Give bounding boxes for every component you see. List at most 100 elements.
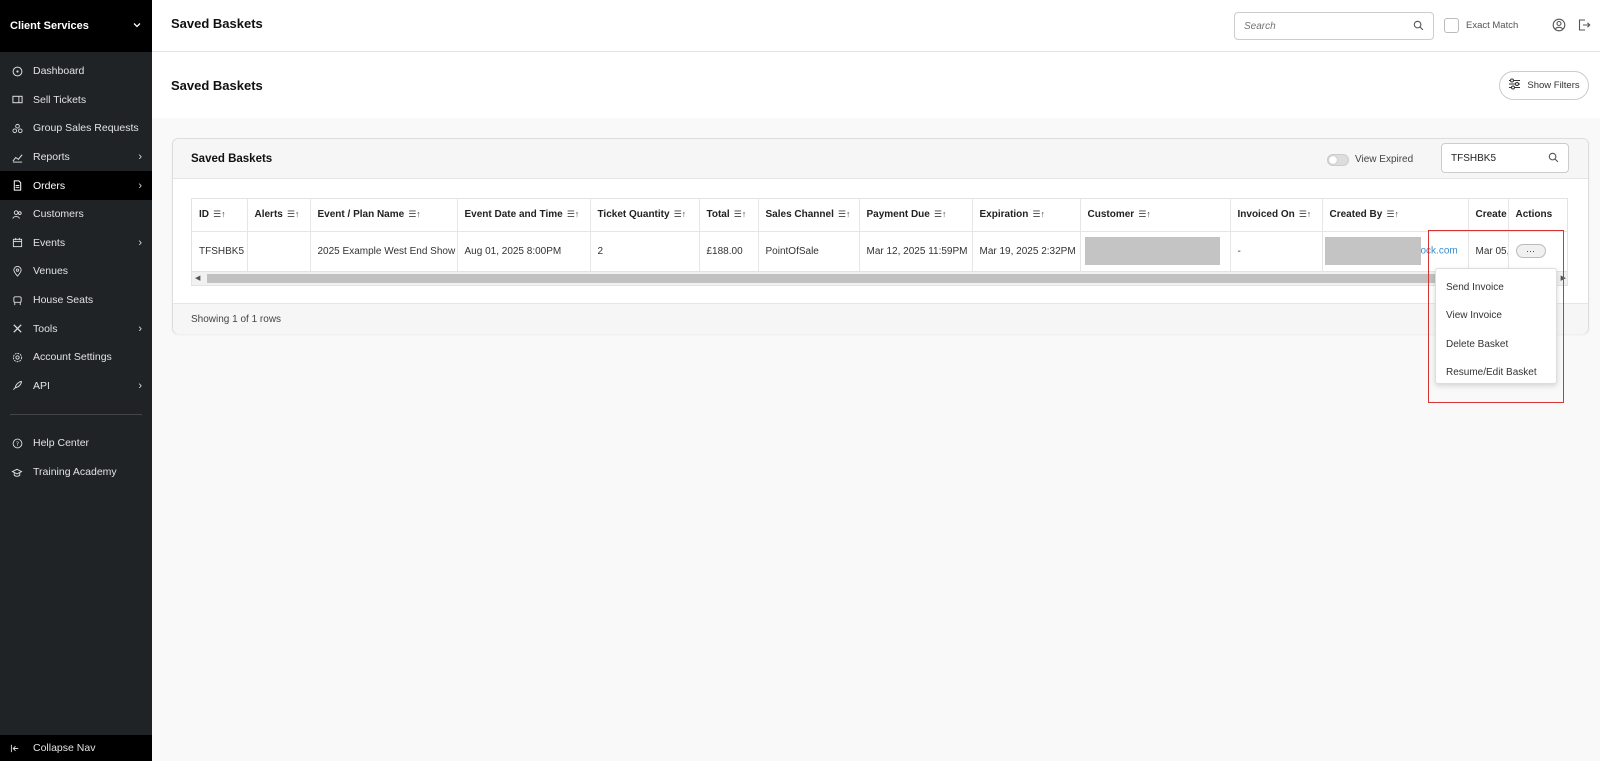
logout-icon[interactable] <box>1577 18 1591 35</box>
col-header-event-date[interactable]: Event Date and Time ☰↑ <box>457 199 591 232</box>
sidebar-item-orders[interactable]: Orders › <box>0 171 152 200</box>
redacted-created-by <box>1324 237 1421 266</box>
user-profile-icon[interactable] <box>1552 18 1566 35</box>
col-header-actions: Actions <box>1508 199 1567 232</box>
menu-item-send-invoice[interactable]: Send Invoice <box>1436 273 1556 302</box>
search-icon[interactable] <box>1548 152 1559 166</box>
tools-icon <box>10 323 24 334</box>
exact-match-checkbox[interactable] <box>1444 18 1459 33</box>
sidebar-item-label: Events <box>33 236 66 249</box>
col-header-invoiced-on[interactable]: Invoiced On ☰↑ <box>1230 199 1323 232</box>
sort-icon[interactable]: ☰↑ <box>838 209 851 219</box>
menu-item-resume-edit-basket[interactable]: Resume/Edit Basket <box>1436 359 1556 388</box>
col-header-customer[interactable]: Customer ☰↑ <box>1080 199 1231 232</box>
col-header-sales-channel[interactable]: Sales Channel ☰↑ <box>758 199 860 232</box>
sidebar-item-tools[interactable]: Tools › <box>0 314 152 343</box>
sidebar-item-training-academy[interactable]: Training Academy <box>0 458 152 487</box>
col-header-id[interactable]: ID ☰↑ <box>192 199 248 232</box>
col-header-total[interactable]: Total ☰↑ <box>699 199 759 232</box>
cell-total: £188.00 <box>699 231 759 271</box>
sidebar-item-venues[interactable]: Venues <box>0 257 152 286</box>
global-search[interactable] <box>1234 12 1434 40</box>
sidebar-item-reports[interactable]: Reports › <box>0 143 152 172</box>
global-search-input[interactable] <box>1235 13 1405 39</box>
collapse-nav-label: Collapse Nav <box>33 742 96 754</box>
scrollbar-thumb[interactable] <box>207 274 1455 283</box>
sidebar-divider <box>10 414 142 416</box>
baskets-table: ID ☰↑ Alerts ☰↑ Event / Plan Name ☰↑ Event … <box>191 198 1568 286</box>
sidebar-item-label: Orders <box>33 179 66 192</box>
sort-icon[interactable]: ☰↑ <box>734 209 747 219</box>
sort-icon[interactable]: ☰↑ <box>674 209 687 219</box>
sort-icon[interactable]: ☰↑ <box>1032 209 1045 219</box>
collapse-left-icon <box>10 743 24 754</box>
created-by-email[interactable]: ock.com <box>1421 246 1458 257</box>
col-header-ticket-quantity[interactable]: Ticket Quantity ☰↑ <box>590 199 700 232</box>
cell-ticket-quantity: 2 <box>590 231 700 271</box>
chevron-down-icon[interactable] <box>132 20 142 33</box>
table-search-input[interactable] <box>1442 144 1542 172</box>
scroll-left-arrow-icon[interactable]: ◀ <box>195 274 200 282</box>
scroll-right-arrow-icon[interactable]: ▶ <box>1561 274 1566 282</box>
sort-icon[interactable]: ☰↑ <box>1386 209 1399 219</box>
menu-item-delete-basket[interactable]: Delete Basket <box>1436 330 1556 359</box>
chevron-right-icon: › <box>138 379 142 392</box>
show-filters-button[interactable]: Show Filters <box>1499 71 1589 100</box>
view-expired-toggle[interactable] <box>1327 154 1349 166</box>
users-icon <box>10 209 24 220</box>
sidebar-item-account-settings[interactable]: Account Settings <box>0 343 152 372</box>
card-footer: Showing 1 of 1 rows <box>173 303 1588 334</box>
sidebar-item-label: Tools <box>33 322 58 335</box>
sort-icon[interactable]: ☰↑ <box>213 209 226 219</box>
sidebar-nav: Dashboard Sell Tickets Group Sales Reque… <box>0 52 152 486</box>
sidebar-item-events[interactable]: Events › <box>0 229 152 258</box>
sidebar-item-label: Venues <box>33 265 69 278</box>
sort-icon[interactable]: ☰↑ <box>934 209 947 219</box>
sidebar-item-help-center[interactable]: ? Help Center <box>0 429 152 458</box>
row-actions-button[interactable]: ··· <box>1515 244 1546 259</box>
document-icon <box>10 180 24 191</box>
sort-icon[interactable]: ☰↑ <box>567 209 580 219</box>
redacted-customer <box>1084 237 1220 266</box>
rows-count-text: Showing 1 of 1 rows <box>191 314 282 325</box>
col-header-created-on[interactable]: Create <box>1468 199 1509 232</box>
brand-title: Client Services <box>10 20 89 32</box>
card-title: Saved Baskets <box>191 153 273 165</box>
brand-header[interactable]: Client Services <box>0 0 152 52</box>
cell-alerts <box>247 231 311 271</box>
show-filters-label: Show Filters <box>1527 80 1580 91</box>
sort-icon[interactable]: ☰↑ <box>287 209 300 219</box>
menu-item-view-invoice[interactable]: View Invoice <box>1436 302 1556 331</box>
col-header-alerts[interactable]: Alerts ☰↑ <box>247 199 311 232</box>
sidebar-item-api[interactable]: API › <box>0 372 152 401</box>
cell-invoiced-on: - <box>1230 231 1323 271</box>
sidebar-item-label: Training Academy <box>33 466 117 479</box>
question-icon: ? <box>10 438 24 449</box>
table-row[interactable]: TFSHBK5 2025 Example West End Show Aug 0… <box>192 231 1567 271</box>
horizontal-scrollbar[interactable]: ◀ ▶ <box>192 271 1567 285</box>
sidebar-item-label: Reports <box>33 151 70 164</box>
sidebar-item-house-seats[interactable]: House Seats <box>0 286 152 315</box>
sidebar-item-dashboard[interactable]: Dashboard <box>0 57 152 86</box>
col-header-event-name[interactable]: Event / Plan Name ☰↑ <box>310 199 458 232</box>
top-bar-title: Saved Baskets <box>171 16 263 31</box>
ticket-icon <box>10 94 24 105</box>
cell-id[interactable]: TFSHBK5 <box>192 231 248 271</box>
sort-icon[interactable]: ☰↑ <box>1138 209 1151 219</box>
sort-icon[interactable]: ☰↑ <box>408 209 421 219</box>
calendar-icon <box>10 237 24 248</box>
saved-baskets-card: Saved Baskets View Expired ID☰↑ Alerts☰↑… <box>172 138 1589 334</box>
sort-icon[interactable]: ☰↑ <box>1299 209 1312 219</box>
sidebar-item-group-sales-requests[interactable]: Group Sales Requests <box>0 114 152 143</box>
sidebar-item-sell-tickets[interactable]: Sell Tickets <box>0 86 152 115</box>
col-header-created-by[interactable]: Created By ☰↑ <box>1322 199 1469 232</box>
collapse-nav-button[interactable]: Collapse Nav <box>0 735 152 761</box>
table-search[interactable] <box>1441 143 1569 173</box>
svg-text:?: ? <box>15 440 18 448</box>
col-header-payment-due[interactable]: Payment Due ☰↑ <box>859 199 973 232</box>
cell-sales-channel: PointOfSale <box>758 231 860 271</box>
col-header-expiration[interactable]: Expiration ☰↑ <box>972 199 1081 232</box>
search-icon[interactable] <box>1413 20 1424 34</box>
sidebar-item-customers[interactable]: Customers <box>0 200 152 229</box>
cell-created-on: Mar 05, <box>1468 231 1509 271</box>
